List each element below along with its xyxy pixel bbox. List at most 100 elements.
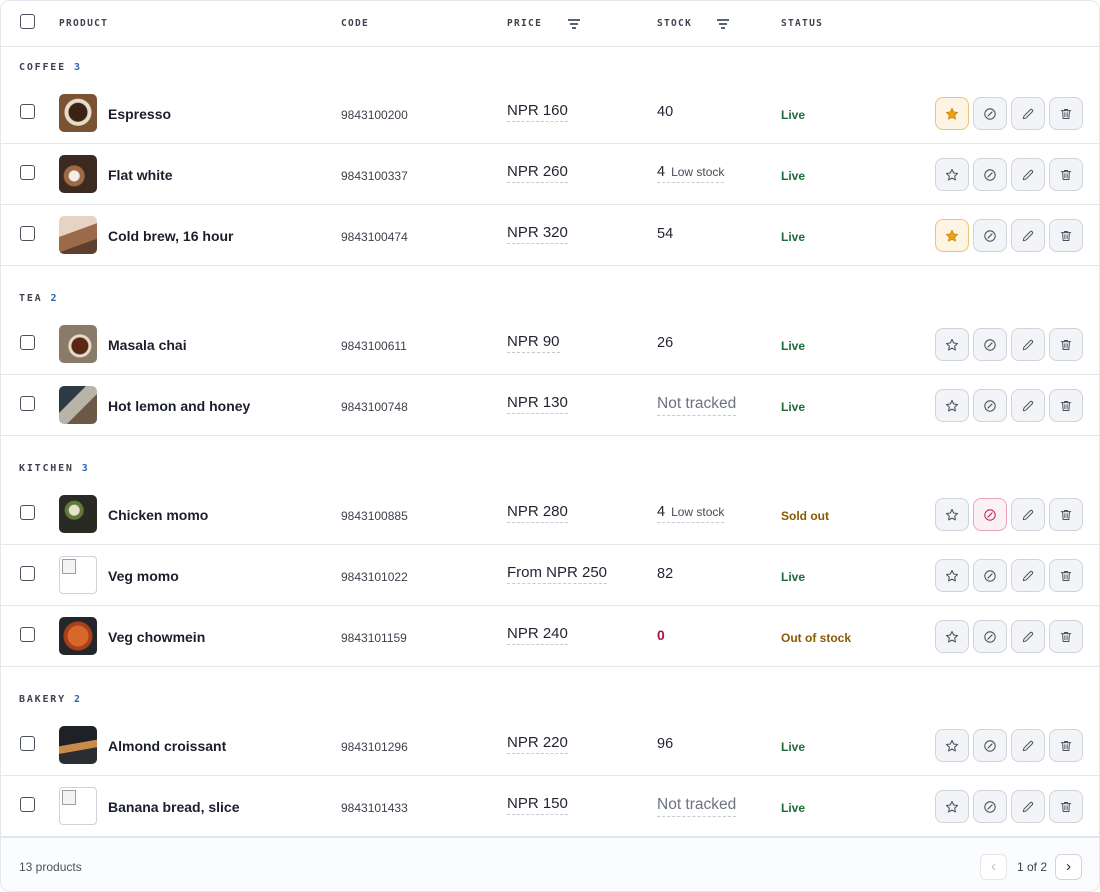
next-page-button[interactable]: ›	[1055, 854, 1082, 880]
mark-sold-out-button[interactable]	[973, 729, 1007, 762]
favorite-button[interactable]	[935, 620, 969, 653]
mark-sold-out-button[interactable]	[973, 219, 1007, 252]
favorite-button[interactable]	[935, 389, 969, 422]
product-price[interactable]: NPR 320	[507, 224, 568, 244]
product-price[interactable]: NPR 130	[507, 394, 568, 414]
stock-filter-icon[interactable]	[716, 16, 730, 30]
delete-button[interactable]	[1049, 790, 1083, 823]
product-stock[interactable]: Not tracked	[657, 796, 737, 817]
row-checkbox[interactable]	[20, 736, 35, 751]
row-checkbox[interactable]	[20, 627, 35, 642]
product-stock[interactable]: 54	[657, 226, 673, 242]
product-price[interactable]: NPR 240	[507, 625, 568, 645]
mark-sold-out-button[interactable]	[973, 158, 1007, 191]
table-row[interactable]: Hot lemon and honey 9843100748 NPR 130 Not …	[1, 375, 1099, 436]
mark-sold-out-button[interactable]	[973, 498, 1007, 531]
favorite-button[interactable]	[935, 97, 969, 130]
delete-button[interactable]	[1049, 97, 1083, 130]
table-row[interactable]: Chicken momo 9843100885 NPR 280 4 Low stock S…	[1, 484, 1099, 545]
edit-button[interactable]	[1011, 729, 1045, 762]
favorite-button[interactable]	[935, 559, 969, 592]
edit-button[interactable]	[1011, 389, 1045, 422]
delete-button[interactable]	[1049, 158, 1083, 191]
price-filter-icon[interactable]	[567, 16, 581, 30]
delete-button[interactable]	[1049, 498, 1083, 531]
table-row[interactable]: Cold brew, 16 hour 9843100474 NPR 320 54 Liv…	[1, 205, 1099, 266]
edit-button[interactable]	[1011, 559, 1045, 592]
column-header-price[interactable]: PRICE	[507, 18, 542, 29]
mark-sold-out-button[interactable]	[973, 389, 1007, 422]
row-checkbox[interactable]	[20, 104, 35, 119]
product-stock[interactable]: 26	[657, 335, 673, 351]
delete-button[interactable]	[1049, 620, 1083, 653]
product-name[interactable]: Masala chai	[108, 337, 187, 353]
table-row[interactable]: Banana bread, slice 9843101433 NPR 150 Not …	[1, 776, 1099, 837]
product-price[interactable]: NPR 260	[507, 163, 568, 183]
edit-button[interactable]	[1011, 328, 1045, 361]
favorite-button[interactable]	[935, 498, 969, 531]
table-row[interactable]: Almond croissant 9843101296 NPR 220 96 Live	[1, 715, 1099, 776]
select-all-checkbox[interactable]	[20, 14, 35, 29]
row-checkbox[interactable]	[20, 396, 35, 411]
product-stock[interactable]: 82	[657, 566, 673, 582]
row-checkbox[interactable]	[20, 505, 35, 520]
column-header-product[interactable]: PRODUCT	[59, 18, 108, 29]
edit-button[interactable]	[1011, 498, 1045, 531]
product-name[interactable]: Espresso	[108, 106, 171, 122]
product-name[interactable]: Chicken momo	[108, 507, 208, 523]
favorite-button[interactable]	[935, 328, 969, 361]
product-stock[interactable]: 96	[657, 736, 673, 752]
favorite-button[interactable]	[935, 158, 969, 191]
table-row[interactable]: Veg chowmein 9843101159 NPR 240 0 Out of sto…	[1, 606, 1099, 667]
edit-button[interactable]	[1011, 219, 1045, 252]
product-price[interactable]: NPR 220	[507, 734, 568, 754]
favorite-button[interactable]	[935, 219, 969, 252]
delete-button[interactable]	[1049, 219, 1083, 252]
edit-button[interactable]	[1011, 97, 1045, 130]
product-name[interactable]: Hot lemon and honey	[108, 398, 250, 414]
edit-button[interactable]	[1011, 790, 1045, 823]
mark-sold-out-button[interactable]	[973, 790, 1007, 823]
product-name[interactable]: Veg momo	[108, 568, 179, 584]
product-name[interactable]: Almond croissant	[108, 738, 226, 754]
row-checkbox[interactable]	[20, 335, 35, 350]
table-row[interactable]: Masala chai 9843100611 NPR 90 26 Live	[1, 314, 1099, 375]
product-stock[interactable]: 0	[657, 627, 665, 643]
mark-sold-out-button[interactable]	[973, 328, 1007, 361]
delete-button[interactable]	[1049, 328, 1083, 361]
product-stock[interactable]: 40	[657, 104, 673, 120]
product-name[interactable]: Flat white	[108, 167, 173, 183]
row-checkbox[interactable]	[20, 797, 35, 812]
product-name[interactable]: Cold brew, 16 hour	[108, 228, 234, 244]
previous-page-button[interactable]: ‹	[980, 854, 1007, 880]
product-stock[interactable]: Not tracked	[657, 395, 737, 416]
favorite-button[interactable]	[935, 729, 969, 762]
column-header-stock[interactable]: STOCK	[657, 18, 692, 29]
column-header-status[interactable]: STATUS	[781, 18, 823, 29]
delete-button[interactable]	[1049, 389, 1083, 422]
product-price[interactable]: NPR 90	[507, 333, 560, 353]
delete-button[interactable]	[1049, 729, 1083, 762]
column-header-code[interactable]: CODE	[341, 18, 369, 29]
product-name[interactable]: Banana bread, slice	[108, 799, 240, 815]
row-checkbox[interactable]	[20, 226, 35, 241]
table-row[interactable]: Veg momo 9843101022 From NPR 250 82 Live	[1, 545, 1099, 606]
product-price[interactable]: NPR 150	[507, 795, 568, 815]
mark-sold-out-button[interactable]	[973, 97, 1007, 130]
delete-button[interactable]	[1049, 559, 1083, 592]
edit-button[interactable]	[1011, 620, 1045, 653]
mark-sold-out-button[interactable]	[973, 559, 1007, 592]
product-stock[interactable]: 4 Low stock	[657, 164, 725, 183]
product-price[interactable]: From NPR 250	[507, 564, 608, 584]
row-checkbox[interactable]	[20, 566, 35, 581]
table-row[interactable]: Flat white 9843100337 NPR 260 4 Low stock Liv…	[1, 144, 1099, 205]
product-price[interactable]: NPR 280	[507, 503, 568, 523]
edit-button[interactable]	[1011, 158, 1045, 191]
table-row[interactable]: Espresso 9843100200 NPR 160 40 Live	[1, 83, 1099, 144]
product-name[interactable]: Veg chowmein	[108, 629, 205, 645]
product-price[interactable]: NPR 160	[507, 102, 568, 122]
row-checkbox[interactable]	[20, 165, 35, 180]
favorite-button[interactable]	[935, 790, 969, 823]
mark-sold-out-button[interactable]	[973, 620, 1007, 653]
product-stock[interactable]: 4 Low stock	[657, 504, 725, 523]
